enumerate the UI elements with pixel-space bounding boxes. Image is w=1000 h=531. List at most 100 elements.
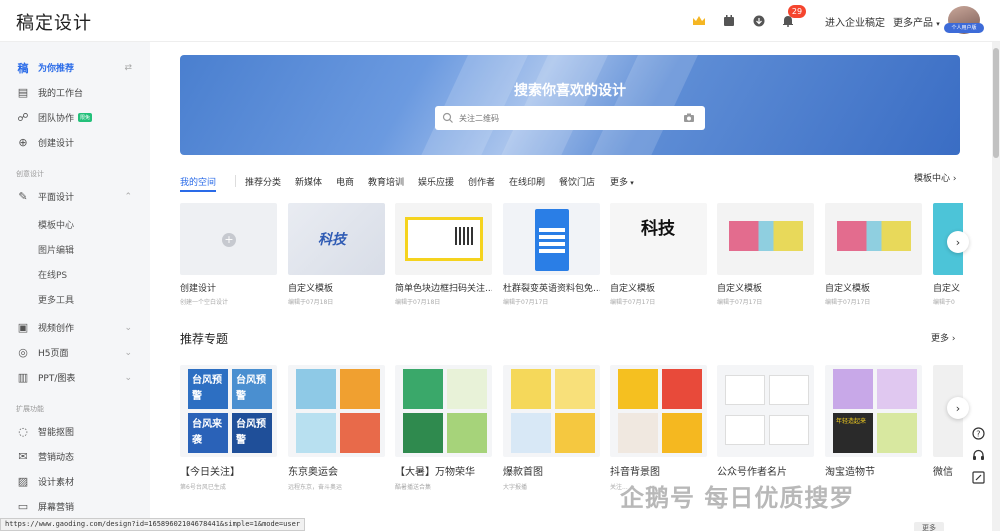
topic-card[interactable]: 年轻造起来 淘宝造物节 <box>825 365 922 478</box>
topic-sub: 酷暑播送合集 <box>395 484 432 491</box>
topic-card[interactable]: 微信 <box>933 365 963 478</box>
template-card-create[interactable]: + 创建设计 创建一个空白设计 <box>180 203 277 306</box>
topic-name: 抖音背景图 <box>610 467 660 478</box>
sidebar-sub-image-edit[interactable]: 图片编辑 <box>38 243 74 256</box>
tab-creator[interactable]: 创作者 <box>468 175 495 188</box>
template-sub: 编辑于07月18日 <box>288 299 334 306</box>
sidebar-item-recommend[interactable]: 稿 为你推荐 ⇄ <box>0 55 150 80</box>
cutout-icon: ◌ <box>18 425 28 438</box>
crown-icon[interactable] <box>690 12 708 30</box>
template-thumb: 科技 <box>288 203 385 275</box>
sidebar-item-screen[interactable]: ▭ 屏幕营销 <box>0 494 150 519</box>
tab-recommend-category[interactable]: 推荐分类 <box>245 175 281 188</box>
banner-title: 搜索你喜欢的设计 <box>514 83 626 99</box>
sidebar-item-workspace[interactable]: ▤ 我的工作台 <box>0 80 150 105</box>
topics-more-link[interactable]: 更多 › <box>931 331 956 344</box>
thumb-tile: 台风预警 <box>232 369 272 409</box>
sidebar-sub-template-center[interactable]: 模板中心 <box>38 218 74 231</box>
template-card[interactable]: 简单色块边框扫码关注... 编辑于07月18日 <box>395 203 492 306</box>
sidebar-item-ppt[interactable]: ▥ PPT/图表 ⌄ <box>0 365 150 390</box>
more-products-menu[interactable]: 更多产品 ▾ <box>893 14 940 29</box>
template-card[interactable]: 自定义模板 编辑于07月17日 <box>717 203 814 306</box>
template-card[interactable]: 自定义 编辑于0 <box>933 203 963 306</box>
search-icon <box>442 112 453 123</box>
next-arrow-button[interactable]: › <box>947 397 969 419</box>
topics-more-label: 更多 <box>931 334 950 344</box>
more-products-label: 更多产品 <box>893 18 933 29</box>
help-icon[interactable]: ? <box>970 425 986 441</box>
tab-more-label: 更多 <box>610 178 629 188</box>
sidebar-item-flat-design[interactable]: ✎ 平面设计 ⌃ <box>0 184 150 209</box>
sidebar-item-material[interactable]: ▨ 设计素材 <box>0 469 150 494</box>
sidebar-item-h5[interactable]: ◎ H5页面 ⌄ <box>0 340 150 365</box>
template-card[interactable]: 自定义模板 编辑于07月17日 <box>825 203 922 306</box>
team-icon: ☍ <box>17 111 29 124</box>
thumb-tile <box>555 369 595 409</box>
next-arrow-button[interactable]: › <box>947 231 969 253</box>
tab-more[interactable]: 更多 ▾ <box>610 175 634 188</box>
template-name: 自定义模板 <box>825 284 871 294</box>
tab-entertainment[interactable]: 娱乐应援 <box>418 175 454 188</box>
topic-card[interactable]: 爆款首图 大字报播 <box>503 365 600 491</box>
template-card[interactable]: 科技 自定义模板 编辑于07月17日 <box>610 203 707 306</box>
thumb-tile <box>511 369 551 409</box>
headset-icon[interactable] <box>970 447 986 463</box>
topic-thumb <box>503 365 600 457</box>
topic-card[interactable]: 台风预警 台风预警 台风来袭 台风预警 【今日关注】 第6号台风已生成 <box>180 365 277 491</box>
camera-icon[interactable] <box>683 112 695 124</box>
sidebar-sub-more-tools[interactable]: 更多工具 <box>38 293 74 306</box>
edit-icon[interactable] <box>970 469 986 485</box>
template-card[interactable]: 杜群裂变英语资料包免... 编辑于07月17日 <box>503 203 600 306</box>
topic-thumb <box>395 365 492 457</box>
calendar-icon[interactable] <box>720 12 738 30</box>
topic-card[interactable]: 东京奥运会 远程东京，奋斗奥运 <box>288 365 385 491</box>
avatar-tag: 个人用户版 <box>944 23 984 33</box>
download-icon[interactable] <box>750 12 768 30</box>
sidebar-item-create[interactable]: ⊕ 创建设计 <box>0 130 150 155</box>
template-card[interactable]: 科技 自定义模板 编辑于07月18日 <box>288 203 385 306</box>
tab-my-space[interactable]: 我的空间 <box>180 175 216 188</box>
sidebar-item-label: 智能抠图 <box>38 428 75 438</box>
plus-icon: + <box>222 233 236 247</box>
more-button[interactable]: 更多 <box>914 522 944 531</box>
scrollbar-thumb[interactable] <box>993 48 999 158</box>
sidebar-item-team[interactable]: ☍ 团队协作 限免 <box>0 105 150 130</box>
sidebar-item-marketing[interactable]: ✉ 营销动态 <box>0 444 150 469</box>
tab-online-print[interactable]: 在线印刷 <box>509 175 545 188</box>
chevron-down-icon: ⌄ <box>124 347 132 358</box>
sidebar-item-label: 视频创作 <box>38 324 75 334</box>
watermark: 企鹅号 每日优质搜罗 <box>620 484 855 512</box>
template-center-link[interactable]: 模板中心 › <box>914 171 957 184</box>
enterprise-link[interactable]: 进入企业稿定 <box>825 14 885 29</box>
template-thumb <box>503 203 600 275</box>
sidebar-item-video[interactable]: ▣ 视频创作 ⌄ <box>0 315 150 340</box>
tab-ecommerce[interactable]: 电商 <box>336 175 354 188</box>
thumb-tile <box>618 369 658 409</box>
qr-icon <box>455 227 473 245</box>
workspace-icon: ▤ <box>17 86 29 99</box>
tab-restaurant[interactable]: 餐饮门店 <box>559 175 595 188</box>
sidebar-sub-online-ps[interactable]: 在线PS <box>38 268 67 281</box>
thumb-tile <box>833 369 873 409</box>
brush-icon: ✎ <box>18 190 28 203</box>
app-logo[interactable]: 稿定设计 <box>16 9 92 35</box>
collapse-icon[interactable]: ⇄ <box>124 63 132 73</box>
thumb-tile: 台风预警 <box>232 413 272 453</box>
topic-card[interactable]: 公众号作者名片 <box>717 365 814 482</box>
topic-sub: 大字报播 <box>503 484 528 491</box>
sidebar-item-label: 创建设计 <box>38 139 75 149</box>
chevron-up-icon: ⌃ <box>124 191 132 202</box>
template-sub: 编辑于07月17日 <box>717 299 763 306</box>
thumb-tile <box>296 413 336 453</box>
tab-new-media[interactable]: 新媒体 <box>295 175 322 188</box>
topic-card[interactable]: 【大暑】万物荣华 酷暑播送合集 <box>395 365 492 491</box>
sidebar-item-cutout[interactable]: ◌ 智能抠图 <box>0 419 150 444</box>
template-sub: 编辑于07月17日 <box>610 299 656 306</box>
thumb-tile: 台风预警 <box>188 369 228 409</box>
topic-card[interactable]: 抖音背景图 关注... <box>610 365 707 491</box>
thumb-tile <box>877 369 917 409</box>
search-input[interactable] <box>435 106 705 130</box>
tab-education[interactable]: 教育培训 <box>368 175 404 188</box>
sidebar-item-label: PPT/图表 <box>38 374 76 384</box>
section-create-label: 创意设计 <box>16 170 44 178</box>
